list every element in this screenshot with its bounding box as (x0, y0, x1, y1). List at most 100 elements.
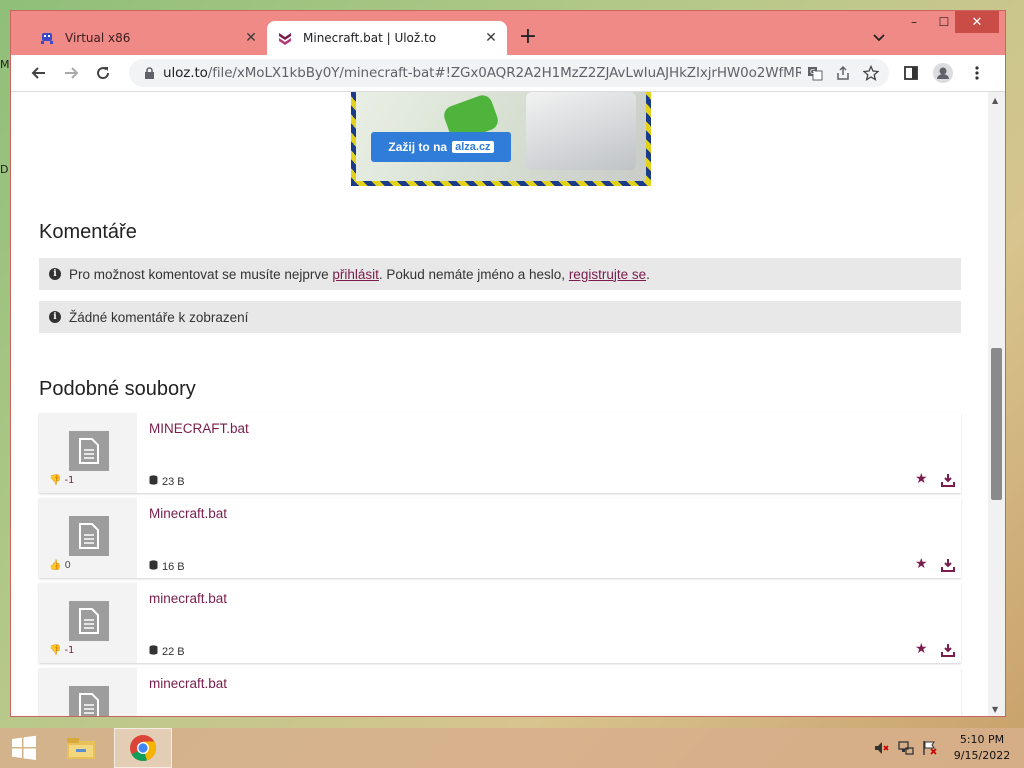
register-link[interactable]: registrujte se (569, 267, 646, 282)
download-icon[interactable] (941, 472, 955, 487)
favorite-star-icon[interactable]: ★ (915, 641, 928, 657)
side-panel-icon[interactable] (899, 61, 923, 85)
advertisement-banner[interactable]: Zažij to na alza.cz (351, 92, 651, 186)
download-icon[interactable] (941, 642, 955, 657)
similar-file-row[interactable]: minecraft.bat (39, 668, 961, 716)
file-size-value: 22 B (162, 645, 185, 658)
scroll-down-arrow-icon[interactable]: ▼ (992, 705, 998, 714)
ad-cta-text: Zažij to na (388, 140, 448, 154)
rating-value: 0 (64, 560, 71, 571)
reload-button[interactable] (91, 61, 115, 85)
file-explorer-button[interactable] (56, 728, 106, 768)
windows-logo-icon (12, 735, 36, 760)
document-icon (69, 601, 109, 641)
minimize-button[interactable]: – (899, 11, 929, 33)
back-arrow-icon (31, 67, 45, 79)
menu-kebab-icon[interactable] (965, 61, 989, 85)
login-link[interactable]: přihlásit (332, 267, 379, 282)
close-tab-icon[interactable]: ✕ (243, 30, 259, 46)
file-thumbnail[interactable]: 👎 -1 (39, 413, 137, 493)
file-size: 23 B (149, 475, 185, 488)
folder-icon (67, 738, 95, 759)
download-icon[interactable] (941, 557, 955, 572)
database-icon (149, 475, 158, 488)
system-clock[interactable]: 5:10 PM 9/15/2022 (948, 732, 1016, 764)
profile-avatar-icon[interactable] (931, 61, 955, 85)
notice-text-before: Pro možnost komentovat se musíte nejprve (69, 266, 329, 282)
translate-icon[interactable]: G (801, 61, 829, 85)
back-button[interactable] (27, 61, 51, 85)
file-name-link[interactable]: MINECRAFT.bat (149, 421, 249, 436)
document-icon (69, 431, 109, 471)
tab-virtual-x86[interactable]: Virtual x86 ✕ (29, 21, 267, 55)
new-tab-button[interactable]: + (517, 26, 539, 49)
info-icon: i (49, 268, 61, 280)
file-size: 16 B (149, 560, 185, 573)
file-rating: 👎 -1 (49, 475, 74, 486)
tab-search-icon[interactable] (869, 27, 889, 47)
browser-window: Virtual x86 ✕ Minecraft.bat | Ulož.to ✕ … (10, 10, 1006, 717)
thumbs-up-icon: 👍 (49, 560, 62, 571)
rating-value: -1 (64, 645, 75, 656)
share-icon[interactable] (829, 61, 857, 85)
volume-muted-icon[interactable] (874, 740, 890, 756)
rating-value: -1 (64, 475, 75, 486)
clock-time: 5:10 PM (959, 733, 1005, 746)
network-icon[interactable] (898, 740, 914, 756)
notice-text-after: . (646, 266, 650, 282)
tab-strip: Virtual x86 ✕ Minecraft.bat | Ulož.to ✕ … (11, 11, 1005, 55)
favorite-star-icon[interactable]: ★ (915, 556, 928, 572)
favorite-star-icon[interactable]: ★ (915, 471, 928, 487)
desktop-label-m: M (0, 58, 10, 71)
reload-icon (97, 67, 110, 80)
login-notice: i Pro možnost komentovat se musíte nejpr… (39, 258, 961, 290)
file-size-value: 16 B (162, 560, 185, 573)
similar-file-row[interactable]: 👎 -1 MINECRAFT.bat 23 B ★ (39, 413, 961, 493)
similar-files-heading: Podobné soubory (39, 378, 196, 400)
no-comments-text: Žádné komentáře k zobrazení (69, 309, 249, 325)
database-icon (149, 645, 158, 658)
page-scrollbar[interactable]: ▲ ▼ (988, 92, 1005, 716)
close-tab-icon[interactable]: ✕ (483, 30, 499, 46)
url-host: uloz.to (163, 65, 208, 81)
file-size: 22 B (149, 645, 185, 658)
forward-button[interactable] (59, 61, 83, 85)
space-invader-icon (39, 30, 55, 46)
thumbs-down-icon: 👎 (49, 475, 62, 486)
file-name-link[interactable]: Minecraft.bat (149, 506, 227, 521)
start-button[interactable] (0, 728, 48, 768)
url-path: /file/xMoLX1kbBy0Y/minecraft-bat#!ZGx0AQ… (207, 65, 801, 81)
close-window-button[interactable]: ✕ (955, 11, 999, 33)
similar-file-row[interactable]: 👍 0 Minecraft.bat 16 B ★ (39, 498, 961, 578)
scrollbar-thumb[interactable] (991, 348, 1002, 500)
thumbs-down-icon: 👎 (49, 645, 62, 656)
url-text[interactable]: uloz.to/file/xMoLX1kbBy0Y/minecraft-bat#… (163, 65, 801, 81)
scroll-up-arrow-icon[interactable]: ▲ (992, 96, 998, 105)
login-notice-text: Pro možnost komentovat se musíte nejprve… (69, 267, 650, 282)
tab-minecraft-bat[interactable]: Minecraft.bat | Ulož.to ✕ (267, 21, 507, 55)
comments-heading: Komentáře (39, 221, 137, 243)
address-bar[interactable]: uloz.to/file/xMoLX1kbBy0Y/minecraft-bat#… (129, 59, 889, 87)
file-size-value: 23 B (162, 475, 185, 488)
chrome-icon (130, 735, 157, 762)
desktop-label-d: D (0, 163, 9, 176)
similar-file-row[interactable]: 👎 -1 minecraft.bat 22 B ★ (39, 583, 961, 663)
file-thumbnail[interactable] (39, 668, 137, 716)
taskbar: 5:10 PM 9/15/2022 (0, 728, 1024, 768)
file-name-link[interactable]: minecraft.bat (149, 676, 227, 691)
bookmark-star-icon[interactable] (857, 61, 885, 85)
file-rating: 👎 -1 (49, 645, 74, 656)
notice-text-middle: . Pokud nemáte jméno a heslo, (378, 266, 566, 282)
action-center-flag-icon[interactable] (922, 740, 938, 756)
document-icon (69, 516, 109, 556)
info-icon: i (49, 311, 61, 323)
tab-title: Virtual x86 (65, 31, 131, 45)
chrome-taskbar-button[interactable] (114, 728, 172, 768)
lock-icon[interactable] (135, 66, 163, 80)
file-name-link[interactable]: minecraft.bat (149, 591, 227, 606)
file-rating: 👍 0 (49, 560, 71, 571)
page-content: Zažij to na alza.cz Komentáře i Pro možno… (11, 92, 1005, 716)
ad-cta-button[interactable]: Zažij to na alza.cz (371, 132, 511, 162)
file-thumbnail[interactable]: 👍 0 (39, 498, 137, 578)
file-thumbnail[interactable]: 👎 -1 (39, 583, 137, 663)
